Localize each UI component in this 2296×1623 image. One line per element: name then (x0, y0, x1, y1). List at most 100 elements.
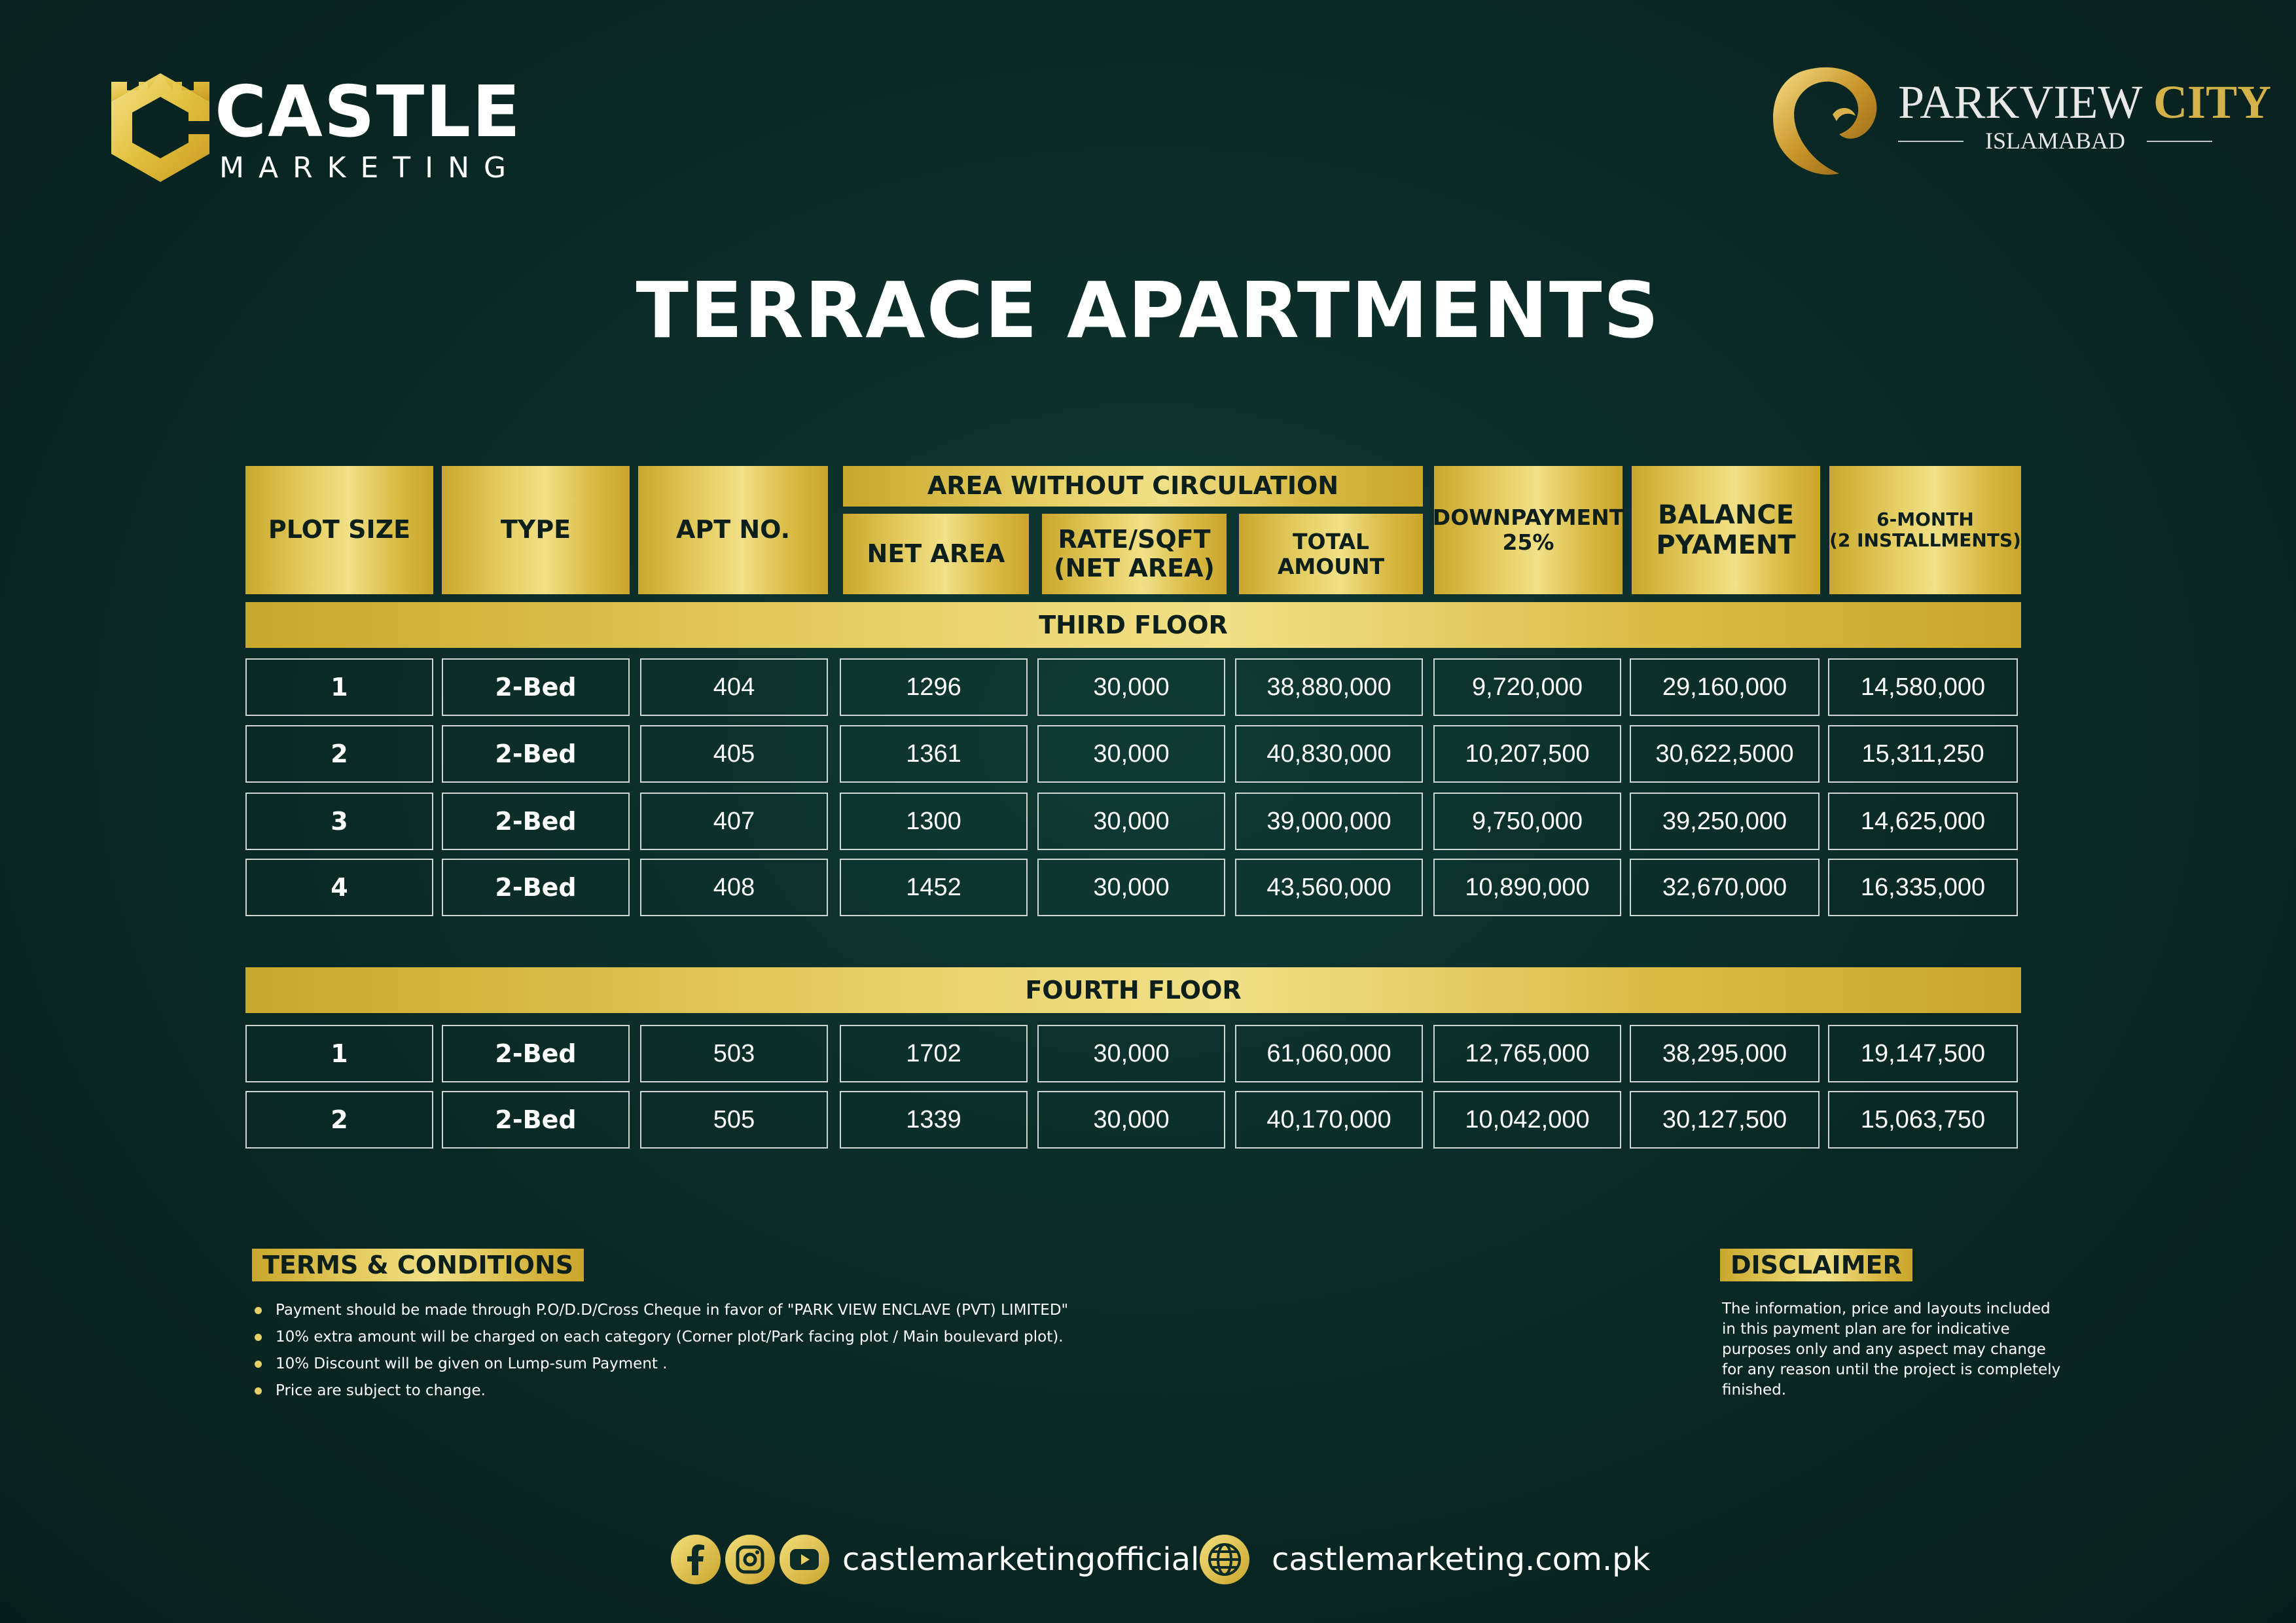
cell-down: 10,042,000 (1433, 1091, 1621, 1149)
cell-six-month: 16,335,000 (1828, 859, 2018, 916)
table-row: 1 2-Bed 404 1296 30,000 38,880,000 9,720,000 29… (0, 658, 2296, 719)
table-row: 2 2-Bed 405 1361 30,000 40,830,000 10,207,500 3… (0, 725, 2296, 785)
footer: castlemarketingofficial castlemarketing.… (671, 1535, 1650, 1590)
cell-total: 40,170,000 (1235, 1091, 1423, 1149)
cell-type: 2-Bed (442, 725, 630, 783)
cell-down: 9,720,000 (1433, 658, 1621, 716)
header-downpayment: DOWNPAYMENT 25% (1432, 466, 1624, 594)
parkview-name-part1: PARKVIEW (1898, 76, 2142, 128)
terms-item: Payment should be made through P.O/D.D/C… (252, 1297, 1068, 1324)
cell-apt: 408 (640, 859, 828, 916)
terms-item: Price are subject to change. (252, 1378, 1068, 1404)
header-six-month-line2: (2 INSTALLMENTS) (1829, 529, 2021, 551)
social-handle-link[interactable]: castlemarketingofficial (842, 1540, 1199, 1579)
cell-net-area: 1702 (840, 1025, 1028, 1082)
cell-net-area: 1296 (840, 658, 1028, 716)
disclaimer-heading: DISCLAIMER (1720, 1249, 1912, 1281)
cell-balance: 32,670,000 (1630, 859, 1820, 916)
castle-crown-icon (111, 73, 209, 182)
cell-balance: 29,160,000 (1630, 658, 1820, 716)
brand-name: CASTLE (215, 71, 522, 153)
header-net-area: NET AREA (843, 514, 1029, 594)
cell-apt: 505 (640, 1091, 828, 1149)
cell-rate: 30,000 (1037, 725, 1225, 783)
header-downpayment-line2: 25% (1502, 529, 1554, 555)
cell-plot: 4 (245, 859, 433, 916)
facebook-icon[interactable] (671, 1535, 721, 1584)
table-row: 1 2-Bed 503 1702 30,000 61,060,000 12,765,000 3… (0, 1025, 2296, 1085)
instagram-icon[interactable] (725, 1535, 775, 1584)
cell-total: 39,000,000 (1235, 793, 1423, 850)
cell-rate: 30,000 (1037, 1025, 1225, 1082)
cell-net-area: 1339 (840, 1091, 1028, 1149)
cell-rate: 30,000 (1037, 1091, 1225, 1149)
brand-subtitle: MARKETING (219, 151, 521, 185)
cell-net-area: 1452 (840, 859, 1028, 916)
terms-item: 10% extra amount will be charged on each… (252, 1324, 1068, 1351)
cell-apt: 405 (640, 725, 828, 783)
header-six-month: 6-MONTH (2 INSTALLMENTS) (1829, 466, 2021, 594)
parkview-name-part2: CITY (2153, 76, 2272, 128)
cell-six-month: 15,063,750 (1828, 1091, 2018, 1149)
cell-down: 9,750,000 (1433, 793, 1621, 850)
castle-marketing-logo: CASTLE MARKETING (105, 59, 537, 196)
header-total-amount: TOTAL AMOUNT (1239, 514, 1423, 594)
cell-down: 12,765,000 (1433, 1025, 1621, 1082)
terms-list: Payment should be made through P.O/D.D/C… (252, 1297, 1068, 1404)
globe-icon (1200, 1535, 1249, 1584)
table-row: 3 2-Bed 407 1300 30,000 39,000,000 9,750,000 39… (0, 793, 2296, 853)
header-plot-size: PLOT SIZE (245, 466, 433, 594)
cell-net-area: 1300 (840, 793, 1028, 850)
cell-six-month: 15,311,250 (1828, 725, 2018, 783)
cell-rate: 30,000 (1037, 658, 1225, 716)
cell-down: 10,890,000 (1433, 859, 1621, 916)
cell-six-month: 14,625,000 (1828, 793, 2018, 850)
table-row: 4 2-Bed 408 1452 30,000 43,560,000 10,890,000 3… (0, 859, 2296, 919)
cell-plot: 2 (245, 725, 433, 783)
section-band-third-floor: THIRD FLOOR (245, 602, 2021, 648)
cell-type: 2-Bed (442, 1025, 630, 1082)
cell-net-area: 1361 (840, 725, 1028, 783)
page-title: TERRACE APARTMENTS (636, 265, 1660, 355)
cell-type: 2-Bed (442, 859, 630, 916)
cell-apt: 503 (640, 1025, 828, 1082)
header-balance-line2: PYAMENT (1656, 530, 1796, 560)
cell-six-month: 19,147,500 (1828, 1025, 2018, 1082)
cell-type: 2-Bed (442, 658, 630, 716)
section-band-fourth-floor: FOURTH FLOOR (245, 967, 2021, 1013)
cell-balance: 30,127,500 (1630, 1091, 1820, 1149)
cell-total: 61,060,000 (1235, 1025, 1423, 1082)
header-downpayment-line1: DOWNPAYMENT (1432, 505, 1624, 531)
header-rate: RATE/SQFT (NET AREA) (1042, 514, 1227, 594)
header-type: TYPE (442, 466, 630, 594)
header-six-month-line1: 6-MONTH (1876, 508, 1974, 530)
parkview-city-logo: PARKVIEW CITY ISLAMABAD (1761, 56, 2271, 193)
cell-plot: 1 (245, 1025, 433, 1082)
terms-heading: TERMS & CONDITIONS (252, 1249, 584, 1281)
cell-apt: 404 (640, 658, 828, 716)
cell-down: 10,207,500 (1433, 725, 1621, 783)
header-apt-no: APT NO. (638, 466, 828, 594)
table-row: 2 2-Bed 505 1339 30,000 40,170,000 10,042,000 3… (0, 1091, 2296, 1151)
cell-balance: 39,250,000 (1630, 793, 1820, 850)
youtube-icon[interactable] (780, 1535, 829, 1584)
header-balance: BALANCE PYAMENT (1632, 466, 1820, 594)
cell-apt: 407 (640, 793, 828, 850)
cell-total: 38,880,000 (1235, 658, 1423, 716)
website-link[interactable]: castlemarketing.com.pk (1272, 1540, 1650, 1579)
terms-item: 10% Discount will be given on Lump-sum P… (252, 1351, 1068, 1378)
cell-rate: 30,000 (1037, 859, 1225, 916)
header-area-group: AREA WITHOUT CIRCULATION (843, 466, 1423, 507)
cell-plot: 2 (245, 1091, 433, 1149)
parkview-city: ISLAMABAD (1898, 129, 2212, 152)
cell-balance: 38,295,000 (1630, 1025, 1820, 1082)
cell-six-month: 14,580,000 (1828, 658, 2018, 716)
disclaimer-text: The information, price and layouts inclu… (1722, 1300, 2061, 1399)
cell-type: 2-Bed (442, 1091, 630, 1149)
cell-balance: 30,622,5000 (1630, 725, 1820, 783)
parkview-name: PARKVIEW CITY (1898, 79, 2271, 126)
cell-total: 40,830,000 (1235, 725, 1423, 783)
header-rate-line1: RATE/SQFT (1058, 524, 1211, 554)
cell-plot: 1 (245, 658, 433, 716)
cell-type: 2-Bed (442, 793, 630, 850)
